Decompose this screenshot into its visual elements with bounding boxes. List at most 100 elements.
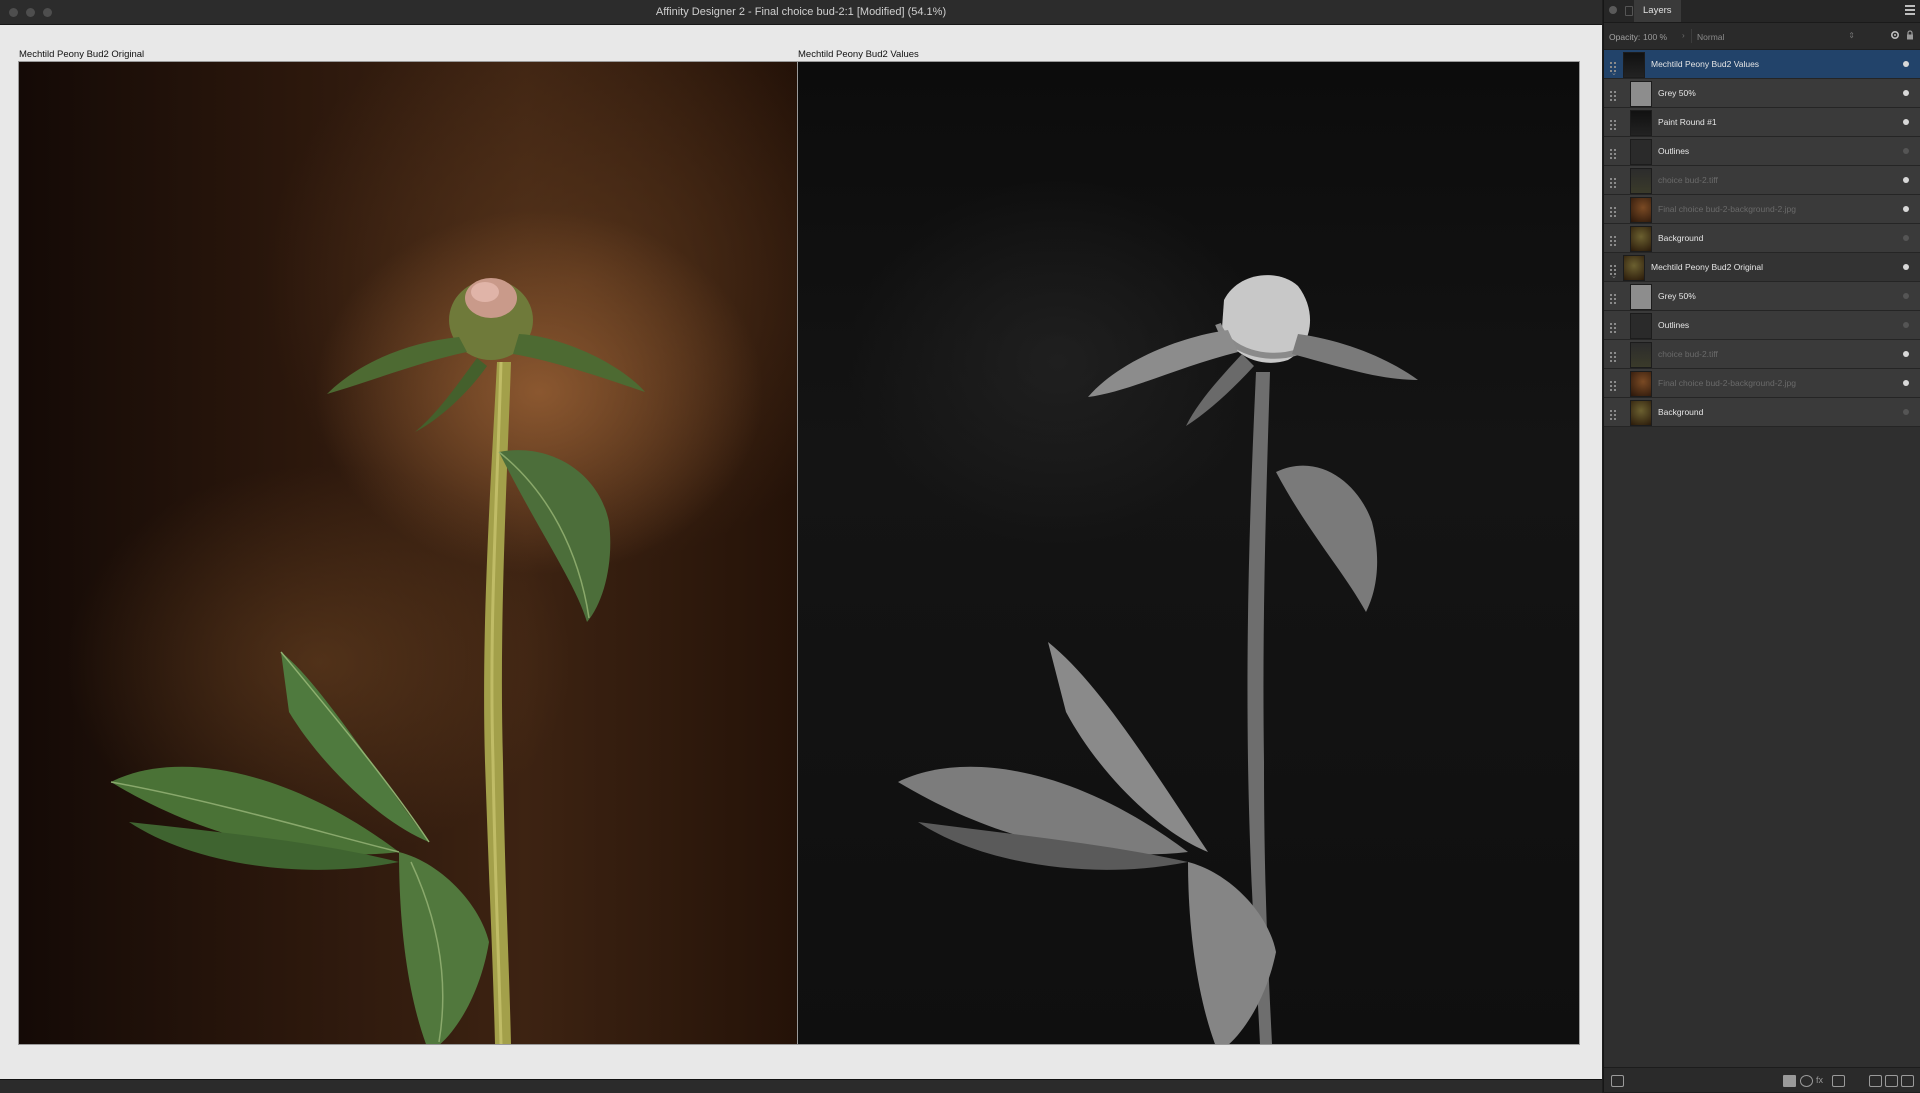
peony-color-image [110,278,645,1044]
drag-handle-icon[interactable] [1610,262,1618,275]
status-bar [0,1079,1602,1093]
layer-row[interactable]: choice bud-2.tiff [1604,166,1920,195]
layer-thumbnail [1623,52,1645,78]
opacity-label: Opacity: [1609,32,1641,42]
drag-handle-icon[interactable] [1610,175,1618,188]
layer-row[interactable]: Grey 50% [1604,282,1920,311]
drag-handle-icon[interactable] [1610,204,1618,217]
layer-name: Mechtild Peony Bud2 Original [1651,262,1763,272]
panel-footer: fx [1604,1067,1920,1092]
artboard-label-original[interactable]: Mechtild Peony Bud2 Original [19,49,144,60]
layer-row[interactable]: Grey 50% [1604,79,1920,108]
layer-name: Background [1658,407,1704,417]
visibility-dot-icon[interactable] [1903,90,1909,96]
fx-icon[interactable]: fx [1816,1075,1827,1085]
layer-row[interactable]: Background [1604,224,1920,253]
blend-mode-value: Normal [1697,32,1725,42]
layers-panel: Layers Opacity: 100 % › Normal ⇕ ⌄ Mechti… [1603,0,1920,1092]
lock-icon[interactable] [1906,30,1914,40]
layer-row[interactable]: Final choice bud-2-background-2.jpg [1604,195,1920,224]
drag-handle-icon[interactable] [1610,349,1618,362]
chevron-down-icon[interactable]: ⌄ [1611,70,1617,77]
visibility-dot-icon[interactable] [1903,351,1909,357]
panel-collapse-icon[interactable] [1625,6,1633,16]
visibility-dot-icon[interactable] [1903,206,1909,212]
drag-handle-icon[interactable] [1610,320,1618,333]
layer-row[interactable]: ⌄ Mechtild Peony Bud2 Original [1604,253,1920,282]
visibility-dot-icon[interactable] [1903,119,1909,125]
layer-thumbnail [1630,371,1652,397]
layer-row[interactable]: Outlines [1604,137,1920,166]
blend-mode-select[interactable]: Normal ⇕ [1691,29,1857,43]
panel-header: Layers [1604,0,1920,23]
layer-name: Final choice bud-2-background-2.jpg [1658,378,1796,388]
tab-layers[interactable]: Layers [1634,0,1681,22]
layer-thumbnail [1630,313,1652,339]
canvas-workspace[interactable]: Mechtild Peony Bud2 Original Mechtild Pe… [0,25,1602,1079]
layer-name: choice bud-2.tiff [1658,349,1718,359]
artboard-label-values[interactable]: Mechtild Peony Bud2 Values [798,49,919,60]
layer-row[interactable]: Background [1604,398,1920,427]
opacity-chevron-icon[interactable]: › [1682,31,1685,40]
layer-row[interactable]: Paint Round #1 [1604,108,1920,137]
layer-thumbnail [1623,255,1645,281]
drag-handle-icon[interactable] [1610,378,1618,391]
opacity-row: Opacity: 100 % › Normal ⇕ [1604,23,1920,50]
layer-list: ⌄ Mechtild Peony Bud2 Values Grey 50% Paint… [1604,50,1920,427]
layer-row[interactable]: choice bud-2.tiff [1604,340,1920,369]
visibility-dot-icon[interactable] [1903,61,1909,67]
layer-thumbnail [1630,226,1652,252]
layer-row[interactable]: Final choice bud-2-background-2.jpg [1604,369,1920,398]
live-filter-icon[interactable] [1832,1075,1845,1087]
layer-thumbnail [1630,139,1652,165]
add-pixel-layer-icon[interactable] [1869,1075,1882,1087]
artboard-values[interactable] [797,61,1580,1045]
visibility-dot-icon[interactable] [1903,293,1909,299]
gear-icon[interactable] [1890,30,1900,40]
panel-menu-icon[interactable] [1905,5,1915,16]
layer-thumbnail [1630,81,1652,107]
opacity-input[interactable]: 100 % [1643,32,1667,42]
window-titlebar: Affinity Designer 2 - Final choice bud-2… [0,0,1602,25]
drag-handle-icon[interactable] [1610,146,1618,159]
layer-thumbnail [1630,342,1652,368]
layer-row[interactable]: ⌄ Mechtild Peony Bud2 Values [1604,50,1920,79]
layer-name: Background [1658,233,1704,243]
drag-handle-icon[interactable] [1610,88,1618,101]
artboard-original[interactable] [18,61,799,1045]
visibility-dot-icon[interactable] [1903,148,1909,154]
mask-layer-icon[interactable] [1783,1075,1796,1087]
drag-handle-icon[interactable] [1610,233,1618,246]
layer-name: Outlines [1658,146,1690,156]
layer-name: Grey 50% [1658,291,1696,301]
layer-row[interactable]: Outlines [1604,311,1920,340]
visibility-dot-icon[interactable] [1903,322,1909,328]
add-group-icon[interactable] [1885,1075,1898,1087]
delete-layer-icon[interactable] [1901,1075,1914,1087]
chevron-down-icon[interactable]: ⌄ [1611,273,1617,280]
drag-handle-icon[interactable] [1610,291,1618,304]
layer-name: Mechtild Peony Bud2 Values [1651,59,1760,69]
panel-close-icon[interactable] [1609,6,1617,14]
visibility-dot-icon[interactable] [1903,177,1909,183]
layer-name: choice bud-2.tiff [1658,175,1718,185]
layer-name: Final choice bud-2-background-2.jpg [1658,204,1796,214]
window-title: Affinity Designer 2 - Final choice bud-2… [655,6,947,18]
visibility-dot-icon[interactable] [1903,235,1909,241]
drag-handle-icon[interactable] [1610,117,1618,130]
drag-handle-icon[interactable] [1610,59,1618,72]
layer-thumbnail [1630,110,1652,136]
visibility-dot-icon[interactable] [1903,264,1909,270]
layer-options-icon[interactable] [1611,1075,1624,1087]
visibility-dot-icon[interactable] [1903,409,1909,415]
adjustment-layer-icon[interactable] [1800,1075,1813,1087]
layer-name: Paint Round #1 [1658,117,1717,127]
layer-thumbnail [1630,400,1652,426]
layer-thumbnail [1630,168,1652,194]
drag-handle-icon[interactable] [1610,407,1618,420]
layer-name: Outlines [1658,320,1690,330]
layer-name: Grey 50% [1658,88,1696,98]
visibility-dot-icon[interactable] [1903,380,1909,386]
chevron-updown-icon: ⇕ [1848,31,1855,40]
layer-thumbnail [1630,197,1652,223]
